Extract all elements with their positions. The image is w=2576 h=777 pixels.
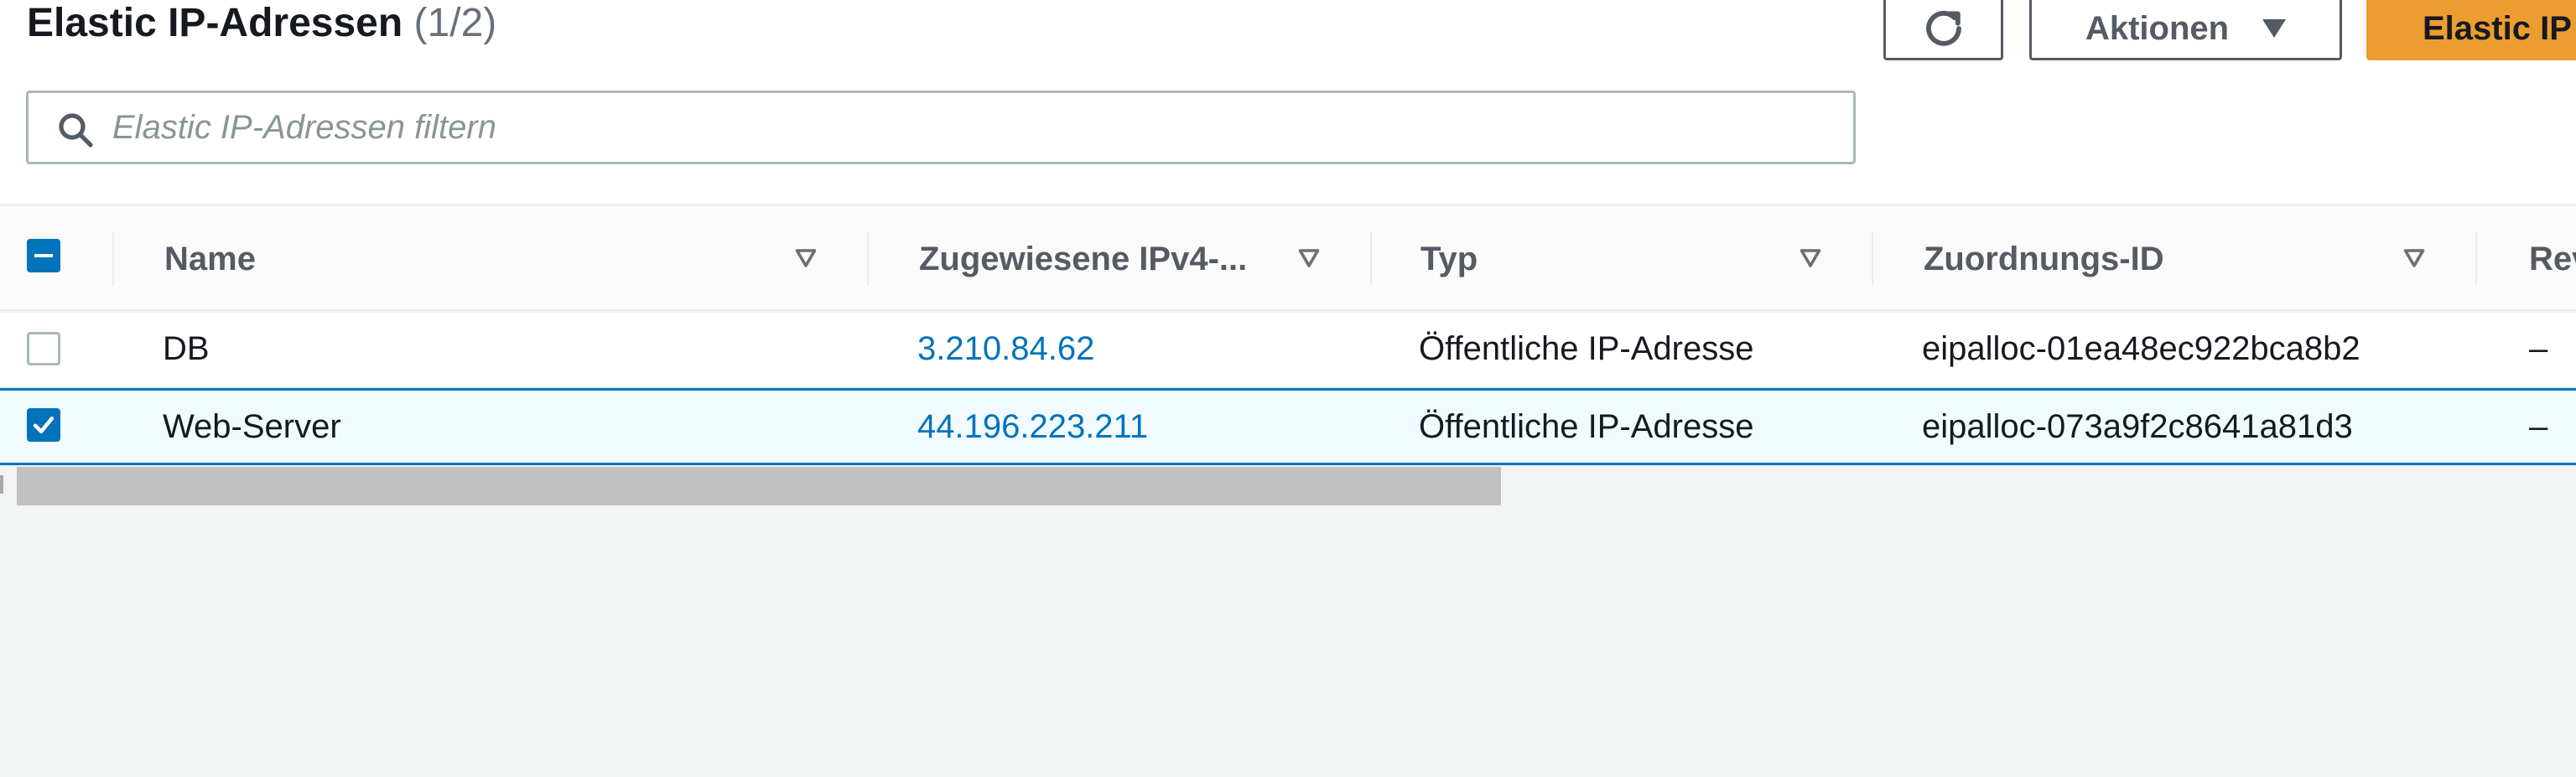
actions-dropdown-button[interactable]: Aktionen xyxy=(2029,0,2342,60)
sort-icon[interactable] xyxy=(1296,247,1322,269)
cell-name: DB xyxy=(163,329,210,367)
table-row[interactable]: DB 3.210.84.62 Öffentliche IP-Adresse ei… xyxy=(0,313,2576,388)
column-header-type[interactable]: Typ xyxy=(1420,207,1478,311)
sort-icon[interactable] xyxy=(2402,247,2427,269)
search-input[interactable] xyxy=(112,93,1840,162)
scrollbar-left-edge xyxy=(0,475,3,494)
cell-allocation-id: eipalloc-01ea48ec922bca8b2 xyxy=(1922,329,2360,367)
column-divider xyxy=(2475,232,2477,286)
column-divider xyxy=(112,232,114,286)
cell-ipv4-link[interactable]: 44.196.223.211 xyxy=(917,391,1148,463)
sort-icon[interactable] xyxy=(793,247,818,269)
page-title-text: Elastic IP-Adressen xyxy=(27,1,403,45)
caret-down-icon xyxy=(2262,19,2287,38)
sort-icon[interactable] xyxy=(1798,247,1823,269)
column-divider xyxy=(1872,232,1873,286)
allocate-button-label: Elastic IP xyxy=(2423,9,2572,47)
column-header-label: Name xyxy=(164,240,256,277)
cell-type: Öffentliche IP-Adresse xyxy=(1419,407,1754,445)
column-header-label: Typ xyxy=(1420,240,1478,277)
row-checkbox[interactable] xyxy=(27,408,60,442)
cell-type: Öffentliche IP-Adresse xyxy=(1419,329,1754,367)
column-header-label: Zuordnungs-ID xyxy=(1924,240,2164,277)
column-divider xyxy=(867,232,869,286)
column-header-allocation-id[interactable]: Zuordnungs-ID xyxy=(1924,207,2164,311)
cell-allocation-id: eipalloc-073a9f2c8641a81d3 xyxy=(1922,407,2353,445)
table-header: Name Zugewiesene IPv4-... Typ Zuordnungs… xyxy=(0,207,2576,311)
cell-reverse-dns: – xyxy=(2529,329,2548,367)
column-header-label: Zugewiesene IPv4-... xyxy=(919,240,1248,277)
column-header-ipv4[interactable]: Zugewiesene IPv4-... xyxy=(919,207,1247,311)
page-title: Elastic IP-Adressen (1/2) xyxy=(27,0,496,47)
search-icon xyxy=(59,113,93,148)
allocate-elastic-ip-button[interactable]: Elastic IP xyxy=(2366,0,2576,60)
select-all-checkbox[interactable] xyxy=(27,239,60,272)
row-checkbox[interactable] xyxy=(27,332,60,365)
cell-reverse-dns: – xyxy=(2529,407,2548,445)
checkmark-icon xyxy=(33,416,55,434)
column-header-reverse-dns[interactable]: Rev xyxy=(2529,207,2576,311)
selection-count: (1/2) xyxy=(413,1,497,45)
search-field[interactable] xyxy=(26,91,1856,164)
page-header: Elastic IP-Adressen (1/2) Aktionen Elast… xyxy=(0,0,2576,205)
refresh-icon xyxy=(1925,10,1961,46)
cell-name: Web-Server xyxy=(163,407,341,445)
actions-button-label: Aktionen xyxy=(2085,9,2230,47)
column-header-label: Rev xyxy=(2529,240,2576,277)
column-header-name[interactable]: Name xyxy=(164,207,256,311)
cell-ipv4-link[interactable]: 3.210.84.62 xyxy=(917,313,1094,385)
refresh-button[interactable] xyxy=(1883,0,2003,60)
indeterminate-icon xyxy=(34,254,53,257)
horizontal-scrollbar-thumb[interactable] xyxy=(17,467,1501,505)
table-row[interactable]: Web-Server 44.196.223.211 Öffentliche IP… xyxy=(0,388,2576,465)
column-divider xyxy=(1370,232,1372,286)
